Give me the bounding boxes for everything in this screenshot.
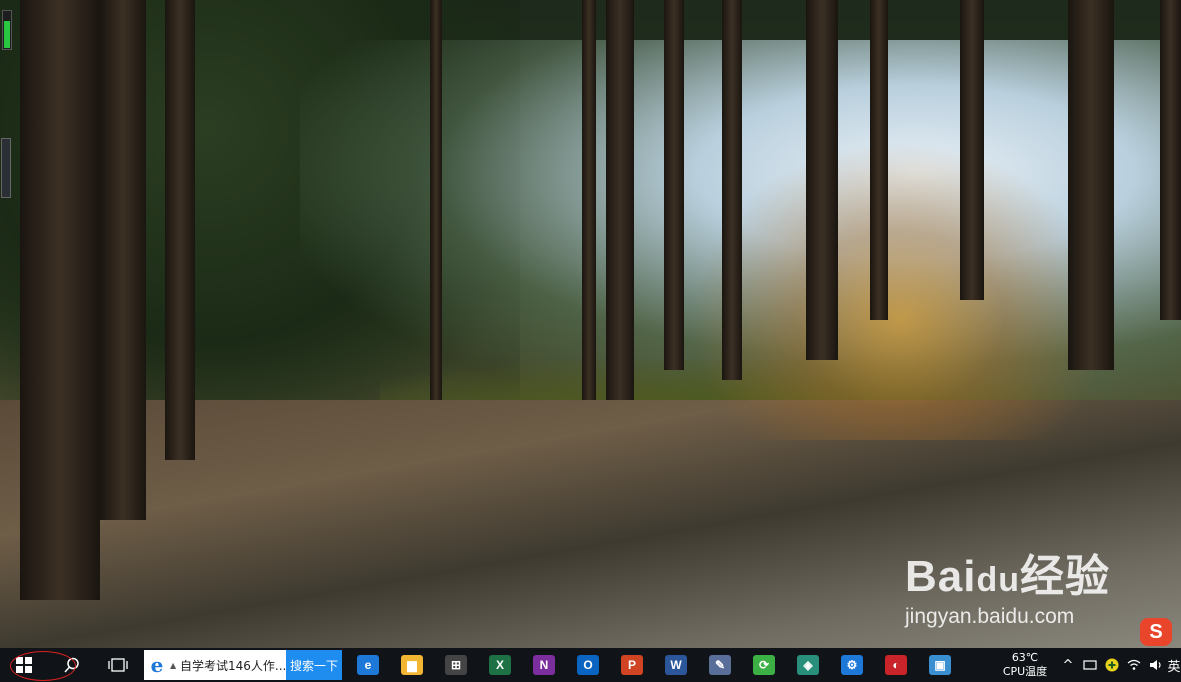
system-tray: 63℃ CPU温度 ^ 英	[993, 648, 1181, 682]
taskbar-app-settings[interactable]: ⚙	[830, 648, 874, 682]
side-gadget-bar[interactable]	[1, 138, 11, 198]
search-button[interactable]	[48, 648, 96, 682]
taskbar-app-edge[interactable]: e	[346, 648, 390, 682]
pinned-apps: e ▆ ⊞ X N O P W ✎ ⟳ ◈ ⚙ ◐ ▣	[346, 648, 962, 682]
taskbar-app-red-app[interactable]: ◐	[874, 648, 918, 682]
powerpoint-icon: P	[621, 655, 643, 675]
taskbar-app-powerpoint[interactable]: P	[610, 648, 654, 682]
taskbar-app-word[interactable]: W	[654, 648, 698, 682]
watermark-url: jingyan.baidu.com	[905, 605, 1075, 628]
task-view-button[interactable]	[96, 648, 140, 682]
screen-app-icon: ▣	[929, 655, 951, 675]
desktop-wallpaper: Baidu经验 jingyan.baidu.com S	[0, 0, 1181, 648]
side-gadget-meter[interactable]	[2, 10, 12, 50]
file-explorer-icon: ▆	[401, 655, 423, 675]
tree-trunk	[722, 0, 742, 380]
show-hidden-icons-chevron-icon[interactable]: ^	[1057, 648, 1079, 682]
taskbar-app-paint[interactable]: ✎	[698, 648, 742, 682]
taskbar-app-store[interactable]: ⊞	[434, 648, 478, 682]
watermark-paw-icon: du	[976, 561, 1021, 599]
store-icon: ⊞	[445, 655, 467, 675]
excel-icon: X	[489, 655, 511, 675]
taskbar-app-photos[interactable]: ◈	[786, 648, 830, 682]
search-icon	[64, 657, 79, 673]
watermark-brand-suffix: 经验	[1020, 552, 1111, 601]
taskbar-app-file-explorer[interactable]: ▆	[390, 648, 434, 682]
paint-icon: ✎	[709, 655, 731, 675]
watermark-brand: Bai	[905, 552, 977, 601]
wallpaper-autumn-leaves	[690, 140, 1110, 440]
tree-trunk	[1160, 0, 1181, 320]
windows-logo-icon	[16, 657, 32, 673]
tree-trunk	[165, 0, 195, 460]
ie-search-box[interactable]: e ▲ 自学考试146人作... 搜索一下	[144, 650, 342, 680]
tree-trunk	[806, 0, 838, 360]
tree-trunk	[870, 0, 888, 320]
edge-icon: e	[357, 655, 379, 675]
word-icon: W	[665, 655, 687, 675]
cpu-temp-value: 63℃	[1011, 651, 1039, 664]
taskbar-app-green-app[interactable]: ⟳	[742, 648, 786, 682]
onenote-icon: N	[533, 655, 555, 675]
tree-trunk	[20, 0, 100, 600]
tree-trunk	[430, 0, 442, 400]
ie-search-button[interactable]: 搜索一下	[286, 650, 342, 680]
sogou-input-icon[interactable]: S	[1140, 618, 1172, 646]
cpu-temp-label: CPU温度	[1002, 665, 1048, 678]
tree-trunk	[960, 0, 984, 300]
dropdown-caret-icon[interactable]: ▲	[170, 661, 180, 670]
tree-trunk	[582, 0, 596, 400]
taskbar-app-screen-app[interactable]: ▣	[918, 648, 962, 682]
outlook-icon: O	[577, 655, 599, 675]
cpu-temp-widget[interactable]: 63℃ CPU温度	[993, 651, 1057, 679]
volume-icon[interactable]	[1145, 648, 1167, 682]
photos-icon: ◈	[797, 655, 819, 675]
settings-icon: ⚙	[841, 655, 863, 675]
start-button[interactable]	[0, 648, 48, 682]
tree-trunk	[100, 0, 146, 520]
green-app-icon: ⟳	[753, 655, 775, 675]
plus-app-icon[interactable]	[1101, 648, 1123, 682]
taskbar-app-onenote[interactable]: N	[522, 648, 566, 682]
taskbar-app-outlook[interactable]: O	[566, 648, 610, 682]
task-view-icon	[108, 658, 128, 672]
tree-trunk	[664, 0, 684, 370]
taskbar-app-excel[interactable]: X	[478, 648, 522, 682]
ime-indicator-icon[interactable]: 英	[1167, 648, 1181, 682]
red-app-icon: ◐	[885, 655, 907, 675]
tablet-mode-icon[interactable]	[1079, 648, 1101, 682]
ie-icon: e	[150, 653, 164, 677]
tree-trunk	[1068, 0, 1114, 370]
baidu-jingyan-watermark: Baidu经验 jingyan.baidu.com	[905, 555, 1110, 630]
wifi-icon[interactable]	[1123, 648, 1145, 682]
ie-search-query[interactable]: 自学考试146人作...	[180, 657, 286, 674]
tree-trunk	[606, 0, 634, 400]
